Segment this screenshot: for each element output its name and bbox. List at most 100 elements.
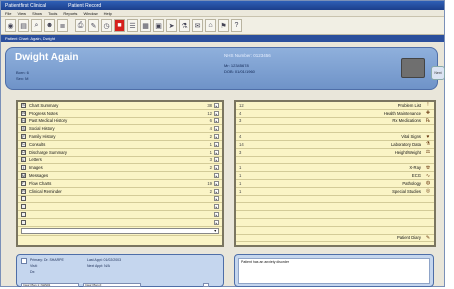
lab-icon[interactable]: ⚗ [179, 19, 190, 32]
right-list-item[interactable]: 3 Height/Weight ⚖ [236, 149, 434, 157]
print-icon[interactable]: ⎙ [75, 19, 86, 32]
window-title-suffix: Patient Record [68, 2, 102, 9]
right-list-item[interactable] [236, 203, 434, 212]
left-list-item[interactable]: S Social History 4 ▸ [18, 125, 222, 134]
section-count: 1 [239, 188, 242, 194]
section-dropdown[interactable]: ▼ [21, 227, 219, 234]
expand-arrow-icon[interactable]: ▸ [214, 219, 219, 225]
pointer-icon[interactable]: ➤ [166, 19, 177, 32]
right-list-item[interactable]: Patient Diary ✎ [236, 235, 434, 243]
right-list-item[interactable] [236, 125, 434, 134]
menu-view[interactable]: View [17, 11, 26, 16]
left-list-item[interactable]: C Consults 1 ▸ [18, 141, 222, 149]
next-button[interactable]: Next [431, 66, 445, 80]
letter-icon[interactable]: ✉ [192, 19, 203, 32]
left-list-item[interactable]: ▸ [18, 203, 222, 212]
right-list-item[interactable]: 3 Rx Medications ℞ [236, 118, 434, 126]
expand-arrow-icon[interactable]: ▸ [214, 165, 219, 171]
section-icon: L [21, 157, 26, 163]
pen-icon[interactable]: ✎ [88, 19, 99, 32]
calendar-icon[interactable]: ▣ [153, 19, 164, 32]
right-list-item[interactable] [236, 211, 434, 219]
expand-arrow-icon[interactable]: ▸ [214, 149, 219, 155]
search-icon[interactable]: ⌕ [31, 19, 42, 32]
right-list-item[interactable]: 12 Problem List! [236, 102, 434, 110]
left-list-item[interactable]: ▸ [18, 219, 222, 227]
nhs-number: NHS Number: 0123456 [224, 53, 271, 58]
right-list-item[interactable] [236, 157, 434, 165]
expand-arrow-icon[interactable]: ▸ [214, 141, 219, 147]
menu-reports[interactable]: Reports [63, 11, 77, 16]
right-list-item[interactable] [236, 227, 434, 235]
left-list-item[interactable]: S Chart Summary 38 ▸ [18, 102, 222, 110]
patient-photo [401, 58, 425, 78]
left-list-item[interactable]: ▸ [18, 196, 222, 204]
left-list-item[interactable]: I Images 2 ▸ [18, 164, 222, 173]
left-list-item[interactable]: ▼ [18, 227, 222, 236]
section-icon: ℞ [425, 117, 431, 124]
left-list-item[interactable]: N Progress Notes 12 ▸ [18, 110, 222, 118]
left-list-item[interactable]: H Past Medical History 6 ▸ [18, 118, 222, 126]
left-list-item[interactable]: ▸ [18, 211, 222, 219]
left-list-item[interactable]: M Messages ▸ [18, 172, 222, 180]
record-icon[interactable]: ▤ [18, 19, 29, 32]
expand-arrow-icon[interactable]: ▸ [214, 188, 219, 194]
expand-arrow-icon[interactable]: ▸ [214, 196, 219, 202]
expand-arrow-icon[interactable]: ▸ [214, 180, 219, 186]
section-icon [425, 196, 431, 202]
stop-icon[interactable]: ◉ [5, 19, 16, 32]
insurance-plan-2[interactable]: Insur Plan 2: [83, 283, 141, 287]
section-icon: ✚ [425, 110, 431, 117]
home-icon[interactable]: ⌂ [205, 19, 216, 32]
scroll-arrow-icon[interactable] [203, 283, 209, 287]
menu-file[interactable]: File [5, 11, 11, 16]
people-icon[interactable]: ☻ [44, 19, 55, 32]
expand-arrow-icon[interactable]: ▸ [214, 204, 219, 210]
menu-show[interactable]: Show [32, 11, 42, 16]
section-icon: H [21, 118, 26, 124]
menu-help[interactable]: Help [104, 11, 112, 16]
patient-note-box[interactable]: Patient has an anxiety disorder [238, 258, 430, 284]
left-list-item[interactable]: L Letters 3 ▸ [18, 157, 222, 165]
section-icon: ⚖ [425, 149, 431, 156]
help-icon[interactable]: ? [231, 19, 242, 32]
right-list-item[interactable]: 1 X-Ray ☢ [236, 164, 434, 173]
section-label: Social History [29, 126, 55, 132]
section-icon: D [21, 149, 26, 155]
section-count: 1 [239, 165, 242, 171]
expand-arrow-icon[interactable]: ▸ [214, 173, 219, 179]
notes-icon[interactable]: ☰ [127, 19, 138, 32]
expand-arrow-icon[interactable]: ▸ [214, 157, 219, 163]
expand-arrow-icon[interactable]: ▸ [214, 118, 219, 124]
right-list-item[interactable]: 4 Vital Signs ♥ [236, 133, 434, 141]
expand-arrow-icon[interactable]: ▸ [214, 212, 219, 218]
right-list-item[interactable]: 1 Special Studies ◎ [236, 188, 434, 196]
left-list-item[interactable]: D Discharge Summary 1 ▸ [18, 149, 222, 157]
left-list-item[interactable]: R Clinical Reminder 2 ▸ [18, 188, 222, 196]
menu-tools[interactable]: Tools [48, 11, 57, 16]
expand-arrow-icon[interactable]: ▸ [214, 126, 219, 132]
clock-icon[interactable]: ◷ [101, 19, 112, 32]
list-icon[interactable]: ≣ [57, 19, 68, 32]
patient-sex: Sex: M [16, 76, 29, 81]
alert-icon[interactable]: ■ [114, 19, 125, 32]
expand-arrow-icon[interactable]: ▸ [214, 110, 219, 116]
section-icon [425, 126, 431, 132]
chart-icon[interactable]: ▦ [140, 19, 151, 32]
expand-arrow-icon[interactable]: ▸ [214, 102, 219, 108]
insurance-plan-1[interactable]: Insur Plan 1: NHS01 [21, 283, 79, 287]
right-list-item[interactable]: 1 ECG ∿ [236, 172, 434, 180]
right-list-item[interactable] [236, 219, 434, 227]
flag-icon[interactable]: ⚑ [218, 19, 229, 32]
left-list-item[interactable]: F Flow Charts 19 ▸ [18, 180, 222, 188]
right-list-item[interactable] [236, 196, 434, 204]
menu-window[interactable]: Window [83, 11, 97, 16]
section-icon: ✎ [425, 234, 431, 241]
section-count: 3 [209, 157, 212, 163]
right-list-item[interactable]: 4 Health Maintenance ✚ [236, 110, 434, 118]
section-label: Health Maintenance [383, 110, 421, 116]
expand-arrow-icon[interactable]: ▸ [214, 134, 219, 140]
right-list-item[interactable]: 1 Pathology ◍ [236, 180, 434, 188]
right-list-item[interactable]: 14 Laboratory Data ⚗ [236, 141, 434, 149]
left-list-item[interactable]: F Family History 2 ▸ [18, 133, 222, 141]
